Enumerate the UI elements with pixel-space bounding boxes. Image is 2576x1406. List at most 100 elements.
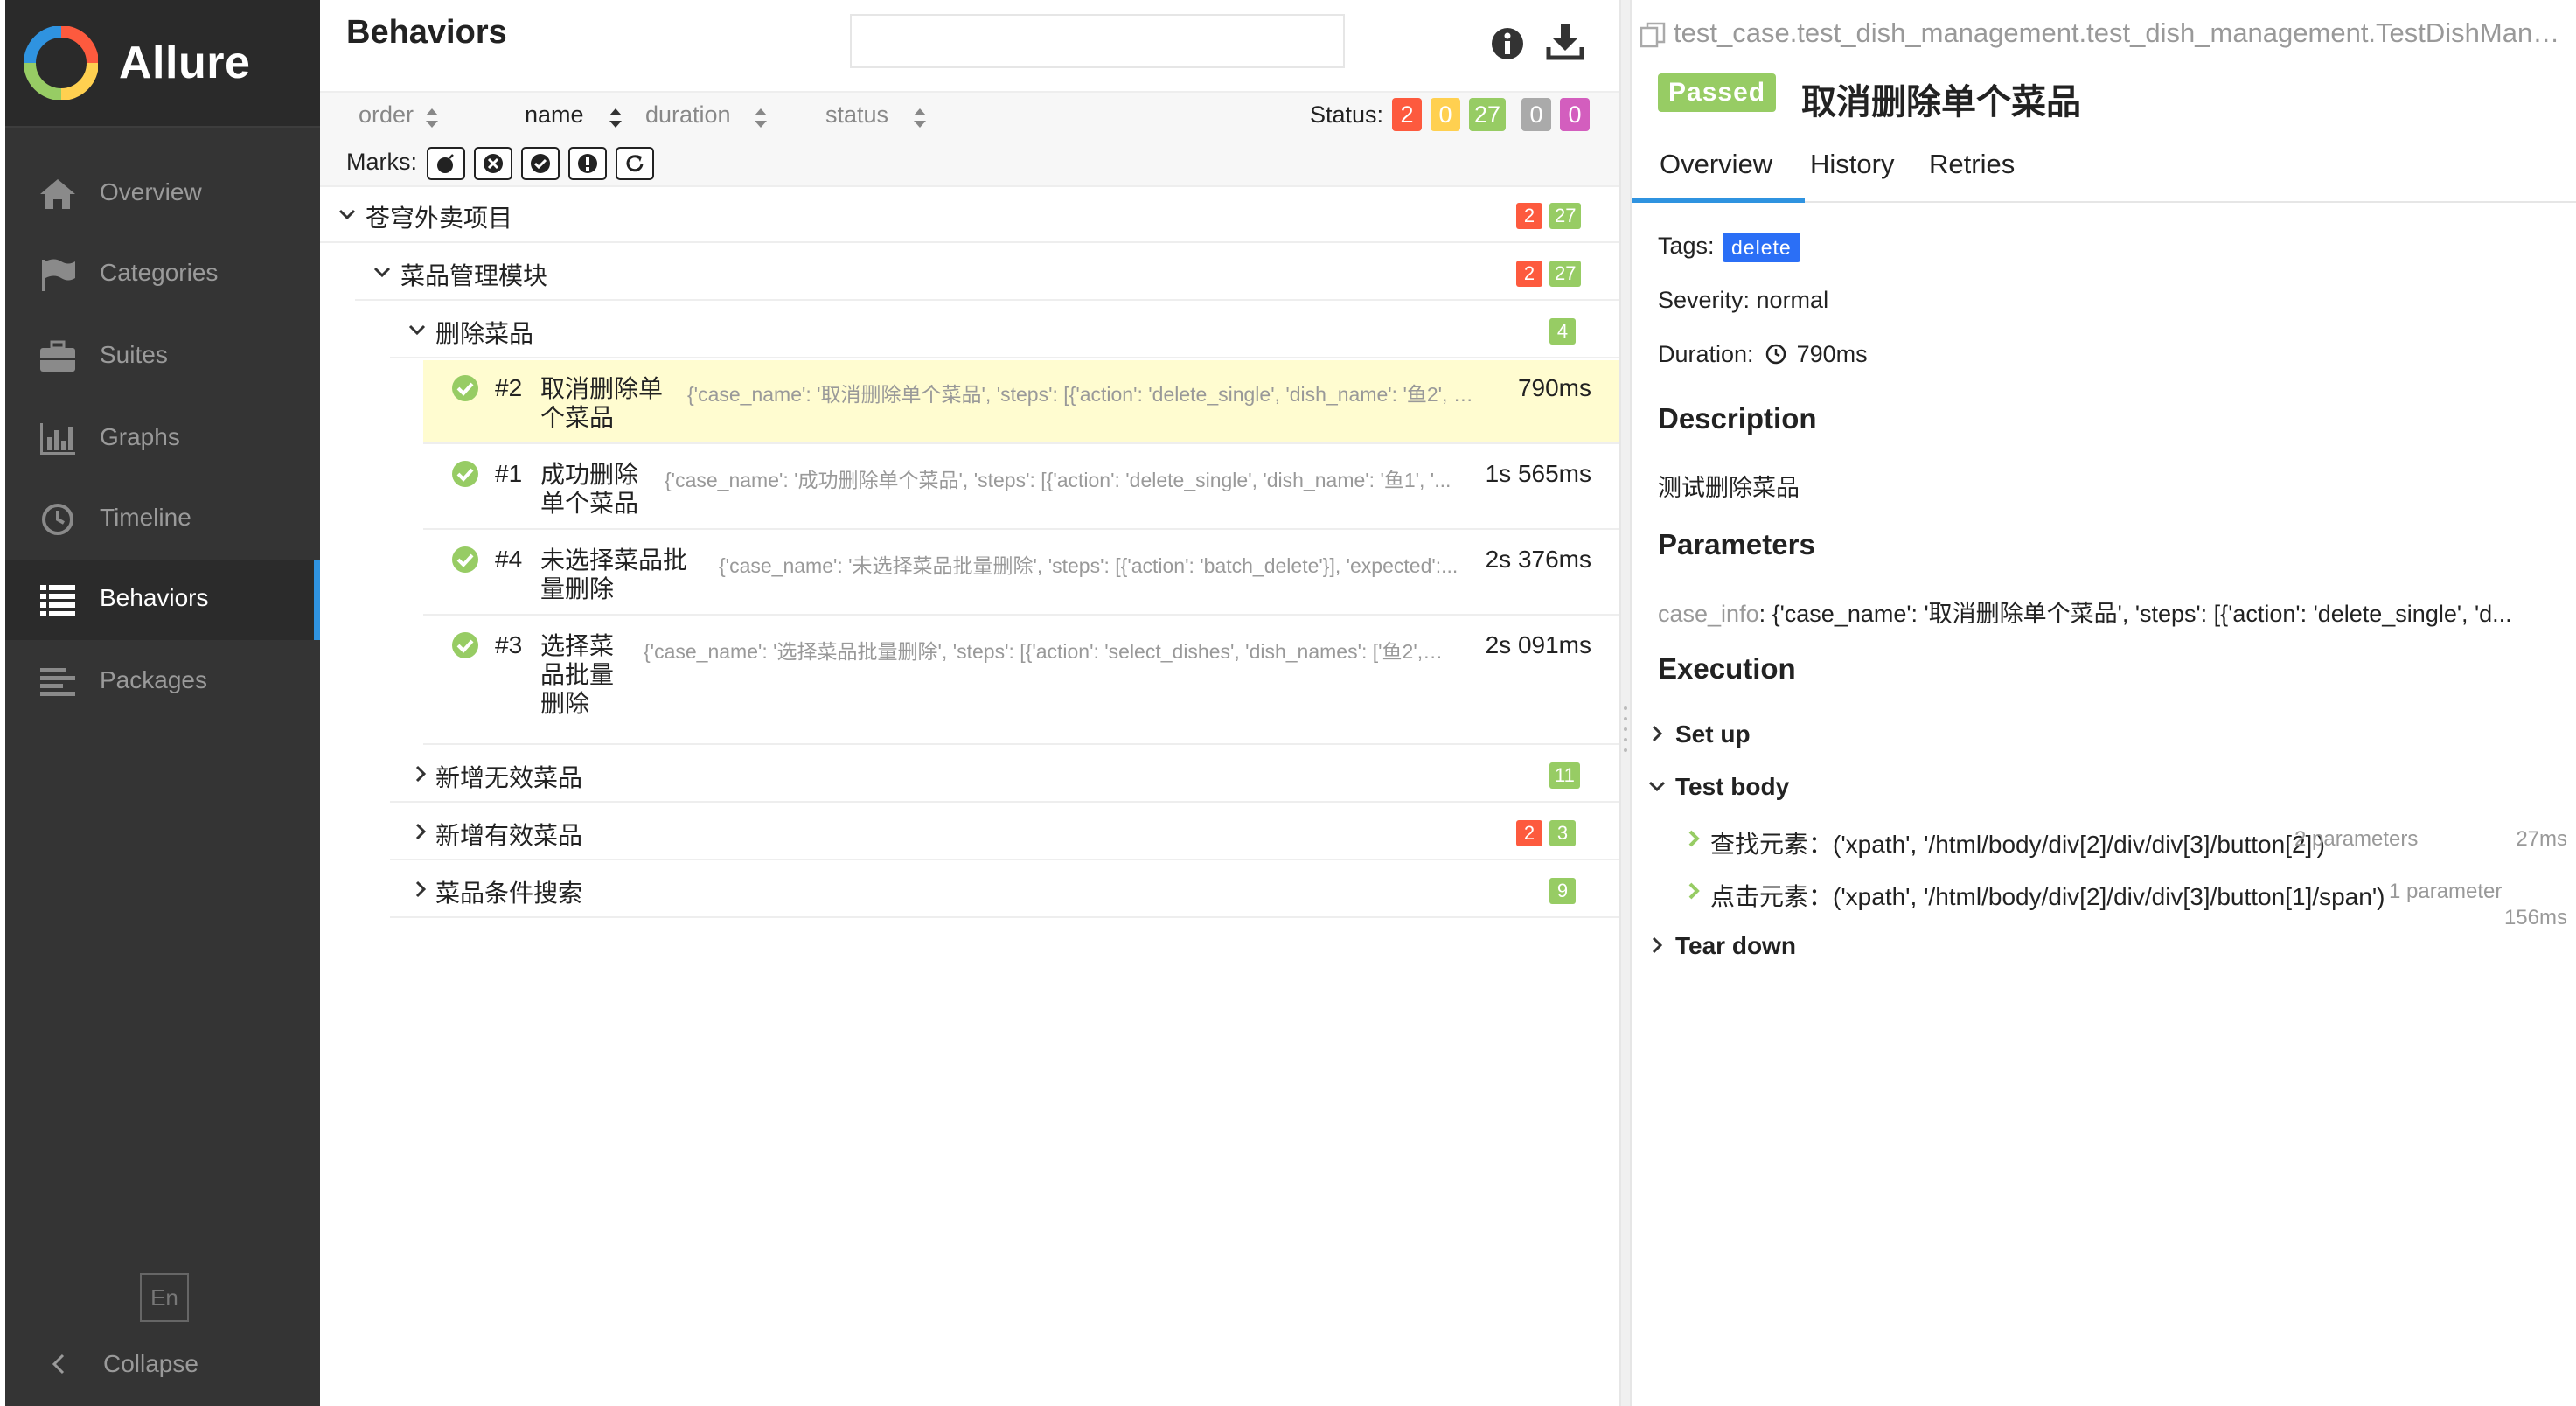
test-number: #3: [495, 631, 523, 658]
tab-retries[interactable]: Retries: [1929, 149, 2015, 180]
mark-new-failed-button[interactable]: [474, 147, 512, 180]
step-text: 查找元素：('xpath', '/html/body/div[2]/div/di…: [1710, 831, 2325, 858]
test-name: 未选择菜品批量删除: [540, 546, 688, 602]
sort-order-button[interactable]: order: [359, 101, 438, 131]
test-row[interactable]: #2 取消删除单个菜品 {'case_name': '取消删除单个菜品', 's…: [423, 360, 1619, 444]
mark-flaky-button[interactable]: [427, 147, 465, 180]
sidebar: Allure Overview Categories Suites Graphs…: [0, 0, 321, 1406]
copy-icon[interactable]: [1639, 21, 1667, 49]
test-name: 选择菜品批量删除: [540, 632, 615, 717]
tab-history[interactable]: History: [1810, 149, 1894, 180]
tree-story-row[interactable]: 菜品条件搜索 9: [390, 862, 1619, 918]
nav-timeline-label: Timeline: [100, 504, 191, 531]
step-duration: 27ms: [2516, 827, 2567, 851]
nav-suites-label: Suites: [100, 341, 168, 368]
test-params: {'case_name': '成功删除单个菜品', 'steps': [{'ac…: [665, 469, 1452, 491]
nav-packages-label: Packages: [100, 666, 207, 693]
sort-duration-label: duration: [645, 101, 731, 128]
nav-packages[interactable]: Packages: [5, 642, 320, 722]
tree-story-label: 新增有效菜品: [435, 822, 583, 849]
nav-overview[interactable]: Overview: [5, 154, 320, 234]
tree-story-label: 删除菜品: [435, 320, 534, 347]
tags-label: Tags:: [1658, 233, 1715, 259]
test-body-label: Test body: [1675, 773, 1790, 800]
mark-new-passed-button[interactable]: [521, 147, 560, 180]
parameters-heading: Parameters: [1658, 528, 1815, 560]
status-unknown-badge[interactable]: 0: [1560, 98, 1590, 131]
tree-story-row[interactable]: 新增有效菜品 2 3: [390, 804, 1619, 860]
nav-categories[interactable]: Categories: [5, 234, 320, 315]
setup-label: Set up: [1675, 720, 1751, 748]
chevron-right-icon: [415, 880, 427, 898]
info-icon[interactable]: [1490, 26, 1525, 61]
tree-story-label: 新增无效菜品: [435, 764, 583, 791]
search-input[interactable]: [850, 14, 1345, 68]
check-circle-icon: [452, 546, 478, 573]
execution-heading: Execution: [1658, 652, 1796, 685]
collapse-button[interactable]: Collapse: [5, 1329, 320, 1399]
tree-epic-row[interactable]: 苍穹外卖项目 2 27: [320, 187, 1619, 243]
teardown-label: Tear down: [1675, 932, 1796, 959]
test-params: {'case_name': '未选择菜品批量删除', 'steps': [{'a…: [719, 554, 1459, 577]
status-failed-badge[interactable]: 2: [1392, 98, 1422, 131]
drag-handle-icon: [1624, 706, 1627, 752]
sort-status-button[interactable]: status: [825, 101, 926, 131]
teardown-section[interactable]: Tear down: [1647, 927, 2557, 965]
tree-feature-row[interactable]: 菜品管理模块 2 27: [355, 245, 1619, 301]
nav-timeline[interactable]: Timeline: [5, 479, 320, 560]
setup-section[interactable]: Set up: [1647, 715, 2557, 754]
mark-new-broken-button[interactable]: [568, 147, 607, 180]
epic-failed-count: 2: [1516, 203, 1542, 229]
step-text: 点击元素：('xpath', '/html/body/div[2]/div/di…: [1710, 883, 2385, 910]
sort-arrows-icon: [426, 108, 438, 128]
download-icon[interactable]: [1546, 23, 1584, 61]
test-row[interactable]: #3 选择菜品批量删除 {'case_name': '选择菜品批量删除', 's…: [423, 617, 1619, 745]
test-row[interactable]: #1 成功删除单个菜品 {'case_name': '成功删除单个菜品', 's…: [423, 446, 1619, 530]
chevron-left-icon: [52, 1354, 65, 1375]
sort-arrows-icon: [755, 108, 767, 128]
page-title: Behaviors: [346, 14, 507, 51]
bar-chart-icon: [40, 423, 75, 455]
test-number: #4: [495, 546, 523, 573]
parameter-value: {'case_name': '取消删除单个菜品', 'steps': [{'ac…: [1772, 601, 2512, 627]
nav-graphs[interactable]: Graphs: [5, 399, 320, 479]
tree-story-row[interactable]: 新增无效菜品 11: [390, 747, 1619, 803]
nav-suites[interactable]: Suites: [5, 317, 320, 397]
nav-categories-label: Categories: [100, 259, 219, 286]
status-badge: Passed: [1658, 73, 1777, 112]
status-passed-badge[interactable]: 27: [1469, 98, 1507, 131]
sort-name-button[interactable]: name: [525, 101, 622, 131]
step-row[interactable]: 点击元素：('xpath', '/html/body/div[2]/div/di…: [1684, 873, 2567, 934]
tab-overview[interactable]: Overview: [1660, 149, 1772, 180]
tree-epic-label: 苍穹外卖项目: [366, 205, 513, 232]
bomb-icon: [437, 154, 454, 173]
step-row[interactable]: 查找元素：('xpath', '/html/body/div[2]/div/di…: [1684, 820, 2567, 859]
test-number: #1: [495, 460, 523, 487]
test-row[interactable]: #4 未选择菜品批量删除 {'case_name': '未选择菜品批量删除', …: [423, 532, 1619, 616]
tree-story-row[interactable]: 删除菜品 4: [390, 303, 1619, 358]
mark-retries-button[interactable]: [616, 147, 654, 180]
times-circle-icon: [484, 154, 503, 173]
status-skipped-badge[interactable]: 0: [1521, 98, 1551, 131]
story-passed-count: 11: [1549, 762, 1580, 789]
test-name: 取消删除单个菜品: [540, 375, 664, 431]
test-body-section[interactable]: Test body: [1647, 768, 2557, 806]
pane-splitter[interactable]: [1619, 0, 1632, 1406]
status-broken-badge[interactable]: 0: [1431, 98, 1460, 131]
active-tab-indicator: [1632, 198, 1805, 203]
brand-name: Allure: [119, 38, 251, 88]
sort-duration-button[interactable]: duration: [645, 101, 767, 131]
chevron-right-icon: [415, 823, 427, 840]
language-button[interactable]: En: [140, 1273, 189, 1322]
align-left-icon: [40, 668, 75, 696]
tag-badge: delete: [1723, 233, 1800, 262]
severity-text: Severity: normal: [1658, 287, 1829, 313]
description-heading: Description: [1658, 402, 1817, 435]
chevron-right-icon: [415, 765, 427, 783]
sort-order-label: order: [359, 101, 414, 128]
testcase-full-name: test_case.test_dish_management.test_dish…: [1674, 17, 2574, 48]
step-params: 2 parameters: [2294, 827, 2419, 851]
test-number: #2: [495, 374, 523, 401]
parameter-name: case_info: [1658, 601, 1759, 627]
nav-behaviors[interactable]: Behaviors: [5, 560, 321, 640]
